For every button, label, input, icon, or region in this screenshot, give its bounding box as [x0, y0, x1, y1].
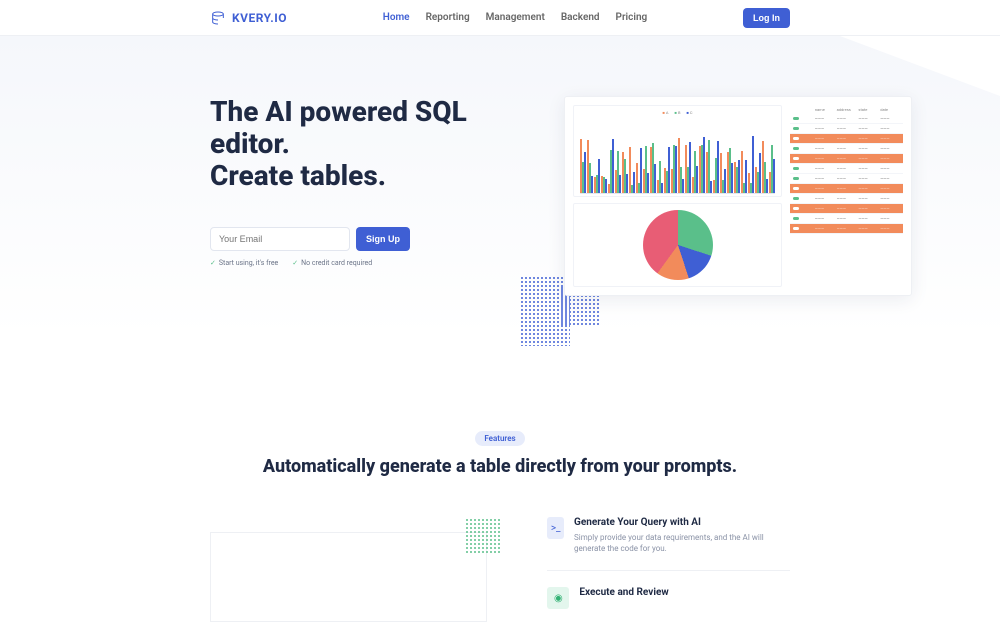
signup-button[interactable]: Sign Up: [356, 227, 410, 251]
feature-item-1: >_ Generate Your Query with AI Simply pr…: [547, 517, 790, 571]
benefit-1: ✓Start using, it's free: [210, 259, 278, 267]
headline: The AI powered SQL editor. Create tables…: [210, 96, 510, 193]
logo[interactable]: KVERY.IO: [210, 10, 287, 26]
feature-item-2: ◉ Execute and Review: [547, 587, 790, 609]
nav-home[interactable]: Home: [383, 12, 410, 23]
terminal-icon: >_: [547, 517, 564, 539]
logo-icon: [210, 10, 226, 26]
feature1-title: Generate Your Query with AI: [574, 517, 790, 528]
nav-reporting[interactable]: Reporting: [426, 12, 470, 23]
hero-section: The AI powered SQL editor. Create tables…: [0, 36, 1000, 336]
features-badge: Features: [475, 431, 524, 446]
feature1-desc: Simply provide your data requirements, a…: [574, 532, 790, 554]
features-list: >_ Generate Your Query with AI Simply pr…: [547, 517, 790, 622]
benefit2-text: No credit card required: [301, 259, 372, 267]
nav-backend[interactable]: Backend: [561, 12, 600, 23]
features-title: Automatically generate a table directly …: [0, 456, 1000, 477]
features-illustration: [210, 532, 487, 622]
check-icon: ✓: [292, 259, 298, 267]
email-input[interactable]: [210, 227, 350, 251]
headline-line3: Create tables.: [210, 160, 386, 192]
login-button[interactable]: Log In: [743, 8, 790, 28]
dashboard-preview: ABC nameaddressstatedate————————————————…: [564, 96, 912, 296]
headline-suffix: powered SQL: [293, 95, 467, 128]
check-icon: ✓: [210, 259, 216, 267]
nav-pricing[interactable]: Pricing: [616, 12, 648, 23]
hero-text: The AI powered SQL editor. Create tables…: [210, 96, 510, 296]
bar-chart: ABC: [573, 105, 782, 197]
header: KVERY.IO Home Reporting Management Backe…: [0, 0, 1000, 36]
benefits: ✓Start using, it's free ✓No credit card …: [210, 259, 510, 267]
headline-line2: editor.: [210, 127, 290, 160]
eye-icon: ◉: [547, 587, 569, 609]
feature2-title: Execute and Review: [579, 587, 668, 598]
nav: Home Reporting Management Backend Pricin…: [383, 12, 648, 23]
benefit-2: ✓No credit card required: [292, 259, 372, 267]
pie-chart: [573, 203, 782, 287]
headline-ai: AI: [265, 96, 292, 128]
brand-text: KVERY.IO: [232, 11, 287, 25]
nav-management[interactable]: Management: [486, 12, 545, 23]
benefit1-text: Start using, it's free: [219, 259, 278, 267]
signup-row: Sign Up: [210, 227, 510, 251]
hero-visual: ABC nameaddressstatedate————————————————…: [550, 96, 1000, 296]
features-section: Features Automatically generate a table …: [0, 336, 1000, 622]
headline-prefix: The: [210, 95, 265, 128]
mini-table: nameaddressstatedate————————————————————…: [790, 105, 903, 234]
angle-decoration: [840, 36, 1000, 96]
